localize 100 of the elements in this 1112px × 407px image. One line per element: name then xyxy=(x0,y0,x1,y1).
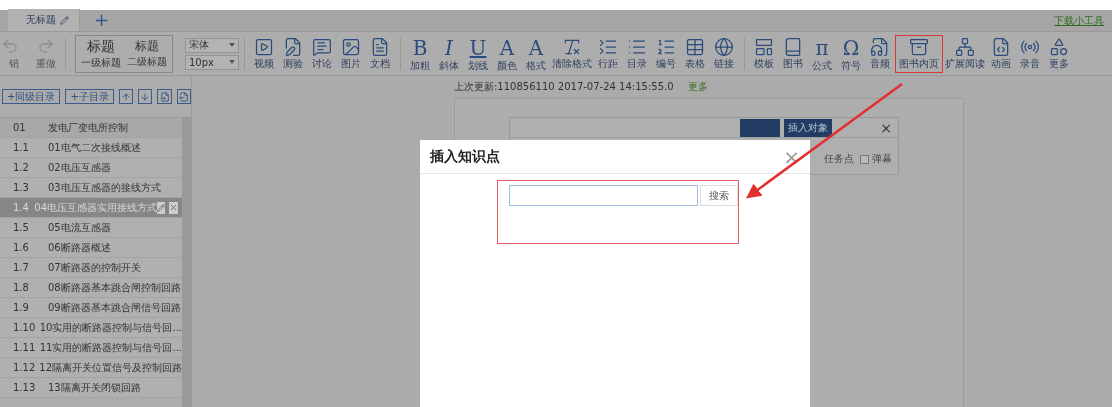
section-row[interactable]: 1.13 13隔离开关闭锁回路 xyxy=(0,378,182,398)
cabinet-icon xyxy=(909,36,929,57)
chapter-row[interactable]: 01 发电厂变电所控制 xyxy=(0,118,182,138)
toolbar-button[interactable]: 录音 xyxy=(1016,34,1044,73)
export-button[interactable] xyxy=(176,89,191,104)
insert-object-button[interactable]: 插入对象 xyxy=(784,118,833,137)
entry-title: 08断路器基本跳合闸控制回路 xyxy=(48,280,182,295)
toolbar-button[interactable]: 测验 xyxy=(279,34,307,73)
size-select[interactable]: 10px xyxy=(185,54,239,70)
toolbar-button[interactable]: 图书 xyxy=(779,34,807,73)
video-icon xyxy=(254,36,274,57)
search-button[interactable]: 搜索 xyxy=(699,185,738,206)
move-down-button[interactable] xyxy=(138,89,153,104)
heading-style-button[interactable]: 标题 二级标题 xyxy=(127,37,167,70)
chat-icon xyxy=(312,36,332,57)
move-up-button[interactable] xyxy=(118,89,134,104)
entry-title: 01电气二次接线概述 xyxy=(48,140,142,155)
toolbar-button[interactable]: U 划线 xyxy=(464,34,492,73)
entry-title: 10实用的断路器控制与信号回... xyxy=(39,320,182,335)
dialog-title: 插入知识点 xyxy=(430,147,500,166)
close-button[interactable]: × xyxy=(878,119,894,136)
section-row[interactable]: 1.3 03电压互感器的接线方式 xyxy=(0,178,182,198)
section-row[interactable]: 1.7 07断路器的控制开关 xyxy=(0,258,182,278)
entry-number: 1.2 xyxy=(12,162,30,173)
section-row[interactable]: 1.2 02电压互感器 xyxy=(0,158,182,178)
entry-title: 05电流互感器 xyxy=(48,220,112,235)
glyph-icon: π xyxy=(815,36,829,59)
caret-icon xyxy=(229,43,235,47)
dark-button[interactable] xyxy=(740,118,781,137)
toolbar-button[interactable]: 文档 xyxy=(366,34,394,73)
search-field[interactable] xyxy=(509,185,698,206)
toolbar-button[interactable]: 链接 xyxy=(710,34,738,73)
section-row[interactable]: 1.10 10实用的断路器控制与信号回... xyxy=(0,318,182,338)
globe-icon xyxy=(714,36,734,57)
glyph-icon: A xyxy=(528,36,544,59)
toolbar-button[interactable]: 表格 xyxy=(681,34,709,73)
down-arrow-icon xyxy=(140,91,151,102)
font-select[interactable]: 宋体 xyxy=(185,37,239,53)
book-icon xyxy=(783,36,803,57)
toolbar-button[interactable]: B 加粗 xyxy=(406,34,434,73)
section-row[interactable]: 1.6 06断路器概述 xyxy=(0,238,182,258)
toolbar-button[interactable]: 图书内页 xyxy=(895,34,943,73)
toolbar-button[interactable]: 动画 xyxy=(987,34,1015,73)
entry-number: 1.3 xyxy=(12,182,30,193)
add-entry-button[interactable]: +子目录 xyxy=(65,89,114,104)
entry-number: 1.1 xyxy=(12,142,30,153)
edit-button[interactable] xyxy=(157,201,165,214)
toolbar-button[interactable]: I 斜体 xyxy=(435,34,463,73)
glyph-icon: Ω xyxy=(842,36,860,59)
toolbar-button[interactable]: 目录 xyxy=(623,34,651,73)
toolbar-button[interactable]: 清除格式 xyxy=(551,34,593,73)
entry-number: 1.6 xyxy=(12,242,30,253)
document-tab[interactable]: 无标题 xyxy=(8,9,80,31)
add-entry-button[interactable]: +同级目录 xyxy=(2,89,61,104)
toolbar-button[interactable]: A 颜色 xyxy=(493,34,521,73)
delete-button[interactable] xyxy=(169,201,178,214)
toolbar-button[interactable]: 音频 xyxy=(866,34,894,73)
toolbar-button[interactable]: 讨论 xyxy=(308,34,336,73)
toolbar-button[interactable]: π 公式 xyxy=(808,34,836,73)
toolbar-button[interactable]: 图片 xyxy=(337,34,365,73)
pencil-icon xyxy=(157,203,165,212)
toolbar-button[interactable]: 编号 xyxy=(652,34,680,73)
toolbar-button[interactable]: 扩展阅读 xyxy=(944,34,986,73)
danmaku-checkbox[interactable] xyxy=(860,154,869,164)
section-row[interactable]: 1.4 04电压互感器实用接线方式 xyxy=(0,198,182,218)
close-icon xyxy=(169,203,178,212)
redo-icon xyxy=(37,36,55,55)
pen-document-icon xyxy=(283,36,303,57)
entry-title: 11实用的断路器控制与信号回... xyxy=(39,340,182,355)
last-update-text: 上次更新:110856110 2017-07-24 14:15:55.0 xyxy=(454,80,674,94)
section-row[interactable]: 1.1 01电气二次接线概述 xyxy=(0,138,182,158)
section-row[interactable]: 1.8 08断路器基本跳合闸控制回路 xyxy=(0,278,182,298)
toolbar-button[interactable]: A 格式 xyxy=(522,34,550,73)
entry-number: 1.12 xyxy=(12,362,37,373)
toolbar-button[interactable]: 行距 xyxy=(594,34,622,73)
entry-number: 1.9 xyxy=(12,302,30,313)
task-point-label: 任务点 xyxy=(824,152,854,166)
toolbar-button[interactable]: 模板 xyxy=(750,34,778,73)
more-link[interactable]: 更多 xyxy=(687,80,708,94)
section-row[interactable]: 1.9 09断路器基本跳合闸信号回路 xyxy=(0,298,182,318)
glyph-icon: A xyxy=(499,36,515,59)
heading-style-button[interactable]: 标题 一级标题 xyxy=(81,37,121,70)
toolbar-button[interactable]: 视频 xyxy=(250,34,278,73)
entry-number: 1.10 xyxy=(12,322,37,333)
add-tab-button[interactable]: + xyxy=(92,9,112,31)
toolbar-button[interactable]: Ω 符号 xyxy=(837,34,865,73)
entry-title: 发电厂变电所控制 xyxy=(48,120,129,135)
file-export-icon xyxy=(178,91,189,102)
entry-title: 02电压互感器 xyxy=(48,160,112,175)
toolbar-button[interactable]: 更多 xyxy=(1045,34,1073,73)
section-row[interactable]: 1.5 05电流互感器 xyxy=(0,218,182,238)
entry-title: 12隔离开关位置信号及控制回路 xyxy=(39,360,182,375)
glyph-icon: U xyxy=(469,36,487,59)
scrollbar[interactable] xyxy=(182,118,191,407)
import-button[interactable] xyxy=(157,89,172,104)
file-import-icon xyxy=(159,91,170,102)
section-row[interactable]: 1.11 11实用的断路器控制与信号回... xyxy=(0,338,182,358)
download-link[interactable]: 下载小工具 xyxy=(1054,13,1104,28)
section-row[interactable]: 1.12 12隔离开关位置信号及控制回路 xyxy=(0,358,182,378)
glyph-icon: B xyxy=(412,36,428,59)
